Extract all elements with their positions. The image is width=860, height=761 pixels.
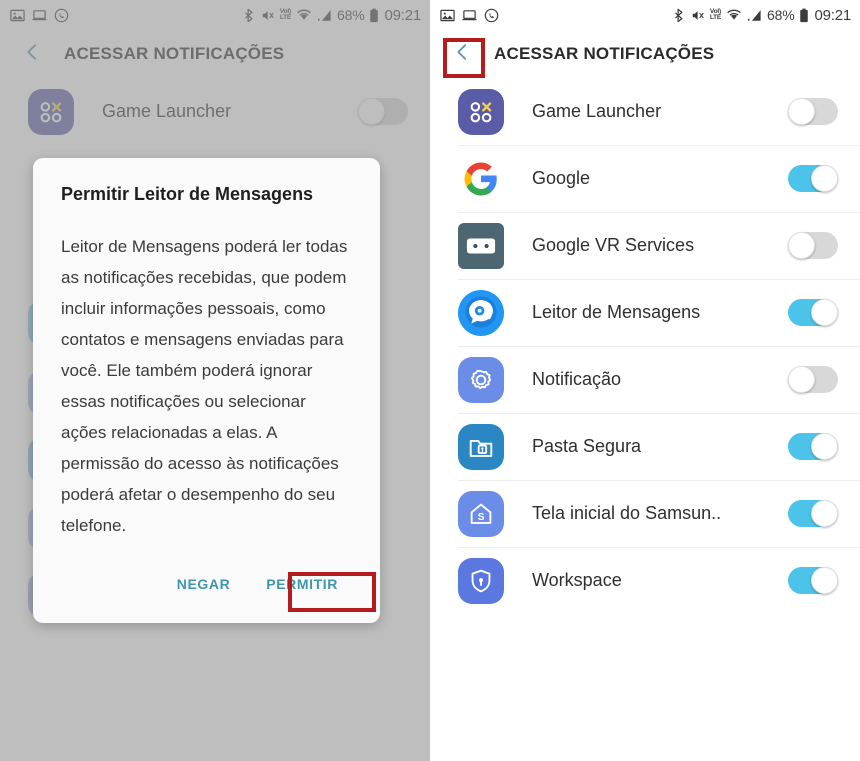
list-item-workspace[interactable]: Workspace bbox=[430, 547, 860, 614]
list-item-label: Pasta Segura bbox=[532, 436, 642, 456]
signal-icon bbox=[747, 9, 762, 22]
list-item-toggle[interactable] bbox=[788, 500, 838, 527]
list-item-label: Workspace bbox=[532, 570, 622, 590]
allow-button[interactable]: PERMITIR bbox=[252, 567, 352, 601]
list-item-tela-inicial-samsung[interactable]: S Tela inicial do Samsun.. bbox=[430, 480, 860, 547]
toggle-knob bbox=[811, 433, 838, 460]
list-item-toggle[interactable] bbox=[788, 98, 838, 125]
list-item-toggle[interactable] bbox=[788, 366, 838, 393]
list-item-leitor-de-mensagens[interactable]: Leitor de Mensagens bbox=[430, 279, 860, 346]
deny-button[interactable]: NEGAR bbox=[163, 567, 245, 601]
list-item-label: Notificação bbox=[532, 369, 622, 389]
list-item-label: Leitor de Mensagens bbox=[532, 302, 701, 322]
back-button[interactable] bbox=[442, 34, 482, 74]
notification-access-list: Game Launcher Google Google VR Services … bbox=[430, 78, 860, 614]
dialog-title: Permitir Leitor de Mensagens bbox=[61, 184, 314, 204]
whatsapp-icon bbox=[484, 8, 499, 23]
volte-bottom-label: LTE bbox=[709, 14, 722, 21]
workspace-shield-icon bbox=[458, 557, 504, 604]
list-item-google-vr-services[interactable]: Google VR Services bbox=[430, 212, 860, 279]
list-item-toggle[interactable] bbox=[788, 567, 838, 594]
google-vr-icon bbox=[458, 222, 504, 269]
list-item-pasta-segura[interactable]: Pasta Segura bbox=[430, 413, 860, 480]
clock-label: 09:21 bbox=[814, 6, 851, 24]
list-item-game-launcher[interactable]: Game Launcher bbox=[430, 78, 860, 145]
mute-icon bbox=[691, 8, 705, 23]
list-item-notificacao[interactable]: Notificação bbox=[430, 346, 860, 413]
list-item-label: Google bbox=[532, 168, 591, 188]
toggle-knob bbox=[788, 98, 815, 125]
list-item-google[interactable]: Google bbox=[430, 145, 860, 212]
bluetooth-icon bbox=[674, 8, 686, 23]
battery-icon bbox=[799, 8, 809, 23]
list-item-toggle[interactable] bbox=[788, 232, 838, 259]
dialog-body-text: Leitor de Mensagens poderá ler todas as … bbox=[61, 237, 348, 535]
page-title: ACESSAR NOTIFICAÇÕES bbox=[494, 44, 715, 63]
toggle-knob bbox=[811, 165, 838, 192]
dialog-actions: NEGAR PERMITIR bbox=[61, 567, 352, 615]
battery-percent-label: 68% bbox=[767, 7, 795, 23]
toggle-knob bbox=[811, 500, 838, 527]
list-item-toggle[interactable] bbox=[788, 433, 838, 460]
google-icon bbox=[458, 156, 504, 202]
toggle-knob bbox=[811, 299, 838, 326]
left-phone-screenshot: VoI) LTE 68% 09:21 ACESSAR NOTIFICAÇÕES bbox=[0, 0, 430, 761]
list-item-label: Google VR Services bbox=[532, 235, 695, 255]
toggle-knob bbox=[788, 232, 815, 259]
status-bar: VoI) LTE 68% 09:21 bbox=[430, 0, 860, 30]
chevron-left-icon bbox=[451, 41, 473, 68]
image-icon bbox=[440, 8, 455, 23]
app-bar: ACESSAR NOTIFICAÇÕES bbox=[430, 30, 860, 78]
right-phone-screenshot: VoI) LTE 68% 09:21 ACESSAR NOTIFICAÇÕES bbox=[430, 0, 860, 761]
toggle-knob bbox=[811, 567, 838, 594]
volte-icon: VoI) LTE bbox=[709, 8, 722, 22]
list-item-label: Game Launcher bbox=[532, 101, 662, 121]
game-launcher-icon bbox=[458, 88, 504, 135]
laptop-icon bbox=[462, 8, 477, 23]
status-bar-left-icons bbox=[440, 8, 499, 23]
list-item-toggle[interactable] bbox=[788, 299, 838, 326]
list-item-toggle[interactable] bbox=[788, 165, 838, 192]
secure-folder-icon bbox=[458, 423, 504, 470]
leitor-mensagens-icon bbox=[458, 289, 504, 336]
svg-text:S: S bbox=[478, 512, 485, 523]
list-item-label: Tela inicial do Samsun.. bbox=[532, 503, 722, 523]
toggle-knob bbox=[788, 366, 815, 393]
wifi-icon bbox=[726, 8, 742, 22]
samsung-home-icon: S bbox=[458, 490, 504, 537]
notification-gear-icon bbox=[458, 356, 504, 403]
permission-dialog: Permitir Leitor de Mensagens Leitor de M… bbox=[33, 158, 380, 623]
status-bar-right-icons: VoI) LTE 68% 09:21 bbox=[674, 7, 851, 24]
